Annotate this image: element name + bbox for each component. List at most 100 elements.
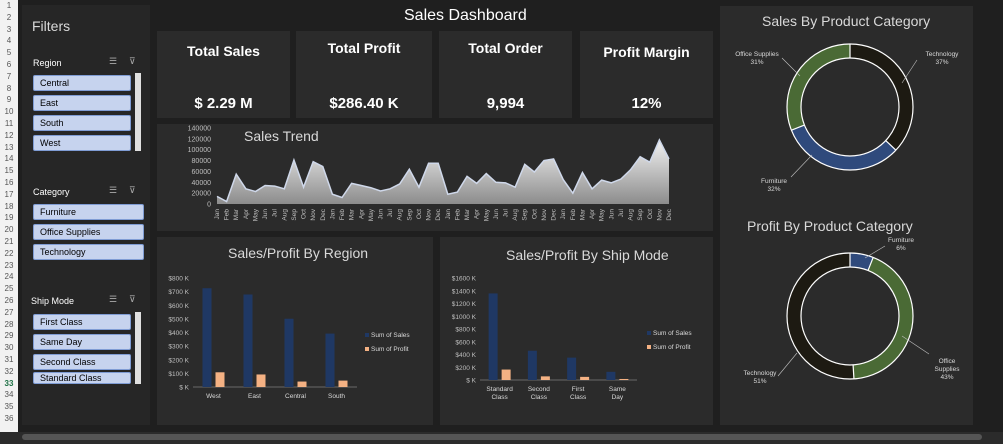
x-tick-label: Jul [272, 208, 279, 217]
slicer-item-furniture[interactable]: Furniture [33, 204, 144, 220]
row-number[interactable]: 11 [0, 118, 18, 130]
leader-line [790, 154, 813, 178]
row-headers[interactable]: 1 2 3 4 5 6 7 8 9 10 11 12 13 14 15 16 17 18 19 20 21 22 23 24 2… [0, 0, 18, 432]
row-number[interactable]: 26 [0, 295, 18, 307]
category-panel: Office Supplies 31% Technology 37% Furniture… [720, 6, 973, 425]
clear-filter-icon[interactable]: ⊽ [129, 56, 136, 67]
region-slicer-scrollbar[interactable] [135, 73, 141, 151]
row-number[interactable]: 3 [0, 24, 18, 36]
row-number[interactable]: 17 [0, 189, 18, 201]
row-number[interactable]: 2 [0, 12, 18, 24]
profit-bar [501, 369, 511, 380]
row-number[interactable]: 8 [0, 83, 18, 95]
kpi-value: 9,994 [486, 95, 525, 112]
y-tick-label: $ K [179, 385, 189, 392]
slicer-item-central[interactable]: Central [33, 75, 131, 91]
row-number[interactable]: 35 [0, 401, 18, 413]
x-tick-label: Jun [608, 209, 615, 220]
x-tick-label: May [483, 208, 490, 221]
x-tick-label: Apr [358, 208, 365, 219]
row-number[interactable]: 33 [0, 378, 18, 390]
x-tick-label: May [599, 208, 606, 221]
x-tick-label: Mar [464, 208, 471, 220]
slicer-item-east[interactable]: East [33, 95, 131, 111]
row-number[interactable]: 36 [0, 413, 18, 425]
x-tick-label: Jan [214, 209, 221, 220]
profit-bar [297, 381, 307, 387]
data-label: 31% [750, 59, 763, 66]
data-label: 51% [753, 378, 766, 385]
row-number[interactable]: 34 [0, 389, 18, 401]
category-slicer-label: Category [33, 187, 70, 197]
y-tick-label: $1000 K [452, 314, 477, 321]
leader-line [901, 59, 918, 84]
row-number[interactable]: 23 [0, 260, 18, 272]
row-number[interactable]: 25 [0, 283, 18, 295]
row-number[interactable]: 29 [0, 330, 18, 342]
kpi-card-profit-margin: Profit Margin 12% [580, 31, 713, 118]
data-label: 37% [935, 59, 948, 66]
row-number[interactable]: 20 [0, 224, 18, 236]
x-tick-label: Dec [666, 208, 673, 220]
ship-mode-slicer-scrollbar[interactable] [135, 312, 141, 384]
row-number[interactable]: 7 [0, 71, 18, 83]
sales-by-category-title: Sales By Product Category [762, 13, 931, 29]
row-number[interactable]: 10 [0, 106, 18, 118]
row-number[interactable]: 18 [0, 201, 18, 213]
multi-select-icon[interactable]: ☰ [109, 56, 117, 67]
x-tick-label: Standard [486, 386, 513, 393]
slicer-item-south[interactable]: South [33, 115, 131, 131]
x-tick-label: Class [491, 394, 508, 401]
profit-donut-inner-ring [800, 266, 900, 366]
y-tick-label: $1600 K [452, 276, 477, 283]
y-tick-label: $500 K [168, 316, 189, 323]
row-number[interactable]: 4 [0, 35, 18, 47]
data-label: 6% [896, 245, 906, 252]
x-tick-label: Sep [522, 209, 529, 221]
row-number[interactable]: 12 [0, 130, 18, 142]
y-tick-label: 80000 [192, 158, 212, 165]
row-number[interactable]: 16 [0, 177, 18, 189]
row-number[interactable]: 19 [0, 212, 18, 224]
horizontal-scrollbar[interactable] [22, 434, 982, 440]
row-number[interactable]: 14 [0, 153, 18, 165]
row-number[interactable]: 30 [0, 342, 18, 354]
clear-filter-icon[interactable]: ⊽ [129, 294, 136, 305]
row-number[interactable]: 1 [0, 0, 18, 12]
row-number[interactable]: 27 [0, 307, 18, 319]
sales-bar [527, 350, 537, 380]
slicer-item-second-class[interactable]: Second Class [33, 354, 131, 370]
y-tick-label: $400 K [168, 330, 189, 337]
slicer-item-same-day[interactable]: Same Day [33, 334, 131, 350]
row-number[interactable]: 31 [0, 354, 18, 366]
slicer-item-west[interactable]: West [33, 135, 131, 151]
row-number[interactable]: 22 [0, 248, 18, 260]
sales-bar [284, 318, 294, 387]
clear-filter-icon[interactable]: ⊽ [129, 185, 136, 196]
row-number[interactable]: 28 [0, 319, 18, 331]
slicer-item-first-class[interactable]: First Class [33, 314, 131, 330]
x-tick-label: Same [609, 386, 626, 393]
row-number[interactable]: 13 [0, 142, 18, 154]
slicer-item-office-supplies[interactable]: Office Supplies [33, 224, 144, 240]
x-tick-label: First [572, 386, 585, 393]
row-number[interactable]: 5 [0, 47, 18, 59]
row-number[interactable]: 32 [0, 366, 18, 378]
multi-select-icon[interactable]: ☰ [109, 185, 117, 196]
multi-select-icon[interactable]: ☰ [109, 294, 117, 305]
dashboard-title: Sales Dashboard [404, 7, 527, 24]
slicer-item-technology[interactable]: Technology [33, 244, 144, 260]
slicer-item-standard-class[interactable]: Standard Class [33, 372, 131, 384]
row-number[interactable]: 24 [0, 271, 18, 283]
ship-mode-slicer-label: Ship Mode [31, 296, 75, 306]
row-number[interactable]: 21 [0, 236, 18, 248]
legend-swatch [365, 347, 369, 351]
x-tick-label: Sep [291, 209, 298, 221]
y-tick-label: $1200 K [452, 301, 477, 308]
sales-bar [325, 333, 335, 387]
x-tick-label: Day [612, 394, 624, 401]
row-number[interactable]: 15 [0, 165, 18, 177]
shipmode-chart-title: Sales/Profit By Ship Mode [506, 247, 669, 263]
row-number[interactable]: 9 [0, 94, 18, 106]
row-number[interactable]: 6 [0, 59, 18, 71]
